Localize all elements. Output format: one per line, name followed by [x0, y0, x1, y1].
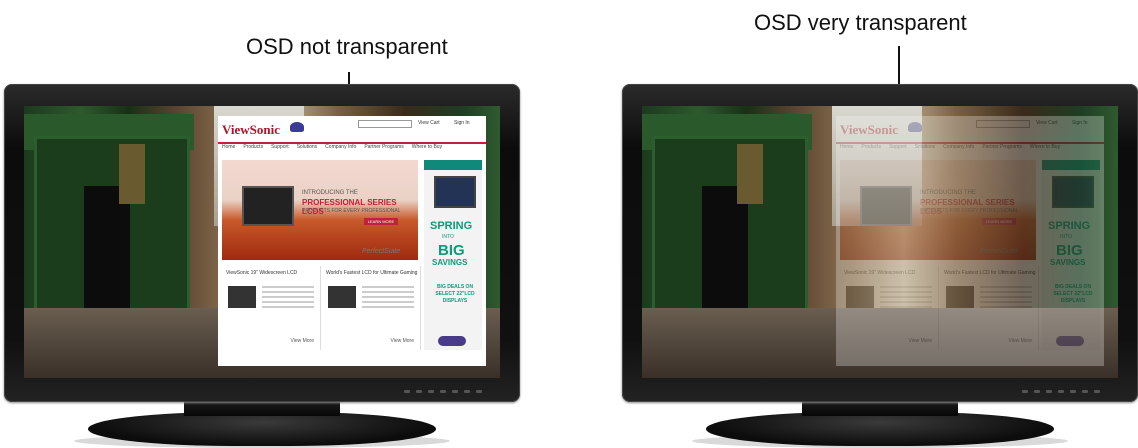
spring-savings-ad[interactable]: SPRING INTO BIG SAVINGS BIG DEALS ON SEL…: [1042, 160, 1100, 350]
product-card-title: World's Fastest LCD for Ultimate Gaming: [326, 270, 418, 276]
perfectsuite-logo: PerfectSuite: [980, 248, 1019, 255]
ad-into: INTO: [1060, 234, 1072, 240]
caption-not-transparent: OSD not transparent: [246, 34, 448, 59]
learn-more-button[interactable]: LEARN MORE: [982, 218, 1016, 225]
product-card-right[interactable]: World's Fastest LCD for Ultimate Gaming …: [322, 266, 421, 350]
product-card-right[interactable]: World's Fastest LCD for Ultimate Gaming …: [940, 266, 1039, 350]
monitor-control-buttons[interactable]: [1022, 390, 1122, 394]
hero-intro: INTRODUCING THE: [920, 190, 976, 196]
product-card-left[interactable]: ViewSonic 19" Widescreen LCD View More: [840, 266, 939, 350]
nav-home[interactable]: Home: [840, 144, 853, 152]
product-thumbnail: [946, 286, 974, 308]
monitor-stand-neck: [184, 402, 340, 416]
birds-logo-icon: [908, 122, 922, 132]
viewsonic-logo: ViewSonic: [222, 122, 281, 137]
ad-spring: SPRING: [430, 220, 473, 232]
ad-deals: BIG DEALS ON SELECT 22"LCD DISPLAYS: [1053, 284, 1093, 304]
nav-solutions[interactable]: Solutions: [297, 144, 318, 152]
view-cart-link[interactable]: View Cart: [1036, 120, 1058, 126]
view-cart-link[interactable]: View Cart: [418, 120, 440, 126]
product-card-title: ViewSonic 19" Widescreen LCD: [844, 270, 916, 276]
view-more-link[interactable]: View More: [290, 338, 314, 344]
ad-big: BIG: [438, 242, 465, 259]
sign-in-link[interactable]: Sign In: [1072, 120, 1088, 126]
nav-solutions[interactable]: Solutions: [915, 144, 936, 152]
hero-banner[interactable]: INTRODUCING THE PROFESSIONAL SERIES LCDS…: [222, 160, 418, 260]
monitor-right: ViewSonic View Cart Sign In Home Product…: [622, 84, 1138, 448]
osd-panel-transparent: ViewSonic View Cart Sign In Home Product…: [836, 116, 1104, 366]
perfectsuite-logo: PerfectSuite: [362, 248, 401, 255]
ad-monitor-image: [434, 176, 476, 208]
monitor-product-image: [860, 186, 912, 226]
hero-banner[interactable]: INTRODUCING THE PROFESSIONAL SERIES LCDS…: [840, 160, 1036, 260]
ad-into: INTO: [442, 234, 454, 240]
product-card-left[interactable]: ViewSonic 19" Widescreen LCD View More: [222, 266, 321, 350]
product-card-title: ViewSonic 19" Widescreen LCD: [226, 270, 298, 276]
monitor-screen: ViewSonic View Cart Sign In Home Product…: [642, 106, 1118, 378]
ad-spring: SPRING: [1048, 220, 1091, 232]
learn-more-button[interactable]: LEARN MORE: [364, 218, 398, 225]
view-more-link[interactable]: View More: [390, 338, 414, 344]
birds-icon: [1056, 336, 1084, 346]
nav-home[interactable]: Home: [222, 144, 235, 152]
viewsonic-logo: ViewSonic: [840, 122, 899, 137]
nav-company-info[interactable]: Company Info: [943, 144, 974, 152]
monitor-left: ViewSonic View Cart Sign In Home Product…: [4, 84, 520, 448]
nav-support[interactable]: Support: [889, 144, 907, 152]
osd-panel-opaque: ViewSonic View Cart Sign In Home Product…: [218, 116, 486, 366]
search-input[interactable]: [358, 120, 412, 128]
birds-logo-icon: [290, 122, 304, 132]
ad-savings: SAVINGS: [432, 258, 468, 267]
view-more-link[interactable]: View More: [908, 338, 932, 344]
monitor-bezel: ViewSonic View Cart Sign In Home Product…: [4, 84, 520, 402]
monitor-product-image: [242, 186, 294, 226]
nav-bar: Home Products Support Solutions Company …: [836, 144, 1108, 152]
nav-bar: Home Products Support Solutions Company …: [218, 144, 490, 152]
product-thumbnail: [228, 286, 256, 308]
product-thumbnail: [328, 286, 356, 308]
product-card-title: World's Fastest LCD for Ultimate Gaming: [944, 270, 1036, 276]
nav-products[interactable]: Products: [861, 144, 881, 152]
monitor-stand-base: [88, 412, 436, 446]
nav-where-to-buy[interactable]: Where to Buy: [1030, 144, 1060, 152]
birds-icon: [438, 336, 466, 346]
ad-savings: SAVINGS: [1050, 258, 1086, 267]
nav-products[interactable]: Products: [243, 144, 263, 152]
ad-big: BIG: [1056, 242, 1083, 259]
caption-very-transparent: OSD very transparent: [754, 10, 967, 35]
hero-tagline: PRODUCTS FOR EVERY PROFESSIONAL: [302, 208, 401, 214]
monitor-bezel: ViewSonic View Cart Sign In Home Product…: [622, 84, 1138, 402]
monitor-control-buttons[interactable]: [404, 390, 504, 394]
nav-support[interactable]: Support: [271, 144, 289, 152]
hero-tagline: PRODUCTS FOR EVERY PROFESSIONAL: [920, 208, 1019, 214]
nav-partner-programs[interactable]: Partner Programs: [982, 144, 1021, 152]
view-more-link[interactable]: View More: [1008, 338, 1032, 344]
nav-where-to-buy[interactable]: Where to Buy: [412, 144, 442, 152]
sign-in-link[interactable]: Sign In: [454, 120, 470, 126]
spring-savings-ad[interactable]: SPRING INTO BIG SAVINGS BIG DEALS ON SEL…: [424, 160, 482, 350]
ad-deals: BIG DEALS ON SELECT 22"LCD DISPLAYS: [435, 284, 475, 304]
product-thumbnail: [846, 286, 874, 308]
monitor-stand-neck: [802, 402, 958, 416]
nav-partner-programs[interactable]: Partner Programs: [364, 144, 403, 152]
nav-company-info[interactable]: Company Info: [325, 144, 356, 152]
monitor-screen: ViewSonic View Cart Sign In Home Product…: [24, 106, 500, 378]
ad-monitor-image: [1052, 176, 1094, 208]
hero-intro: INTRODUCING THE: [302, 190, 358, 196]
search-input[interactable]: [976, 120, 1030, 128]
monitor-stand-base: [706, 412, 1054, 446]
